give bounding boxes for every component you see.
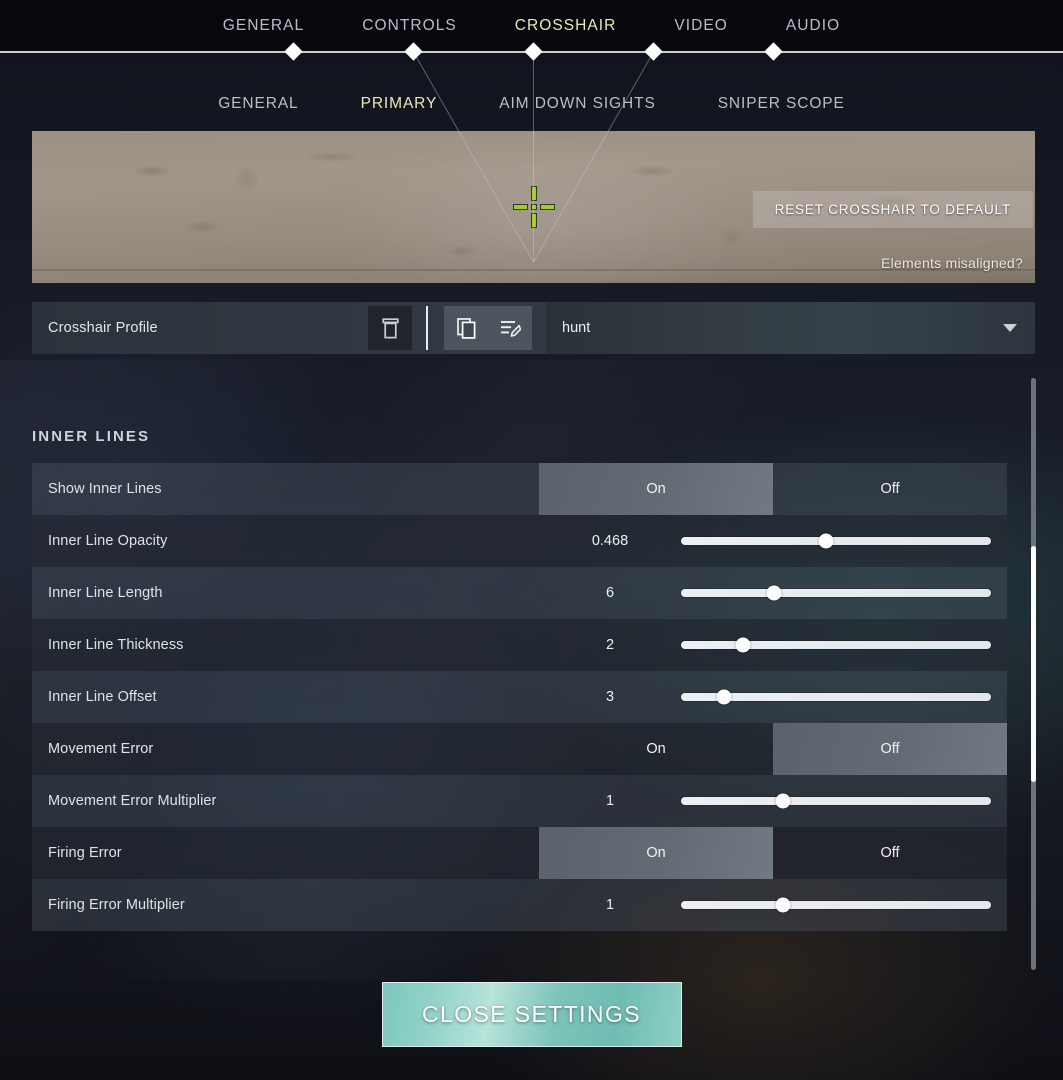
slider-track[interactable] [681,689,991,705]
settings-list: Show Inner Lines On Off Inner Line Opacity 0… [32,463,1007,931]
setting-value: 6 [605,585,615,601]
sub-tab-bar: GENERAL PRIMARY AIM DOWN SIGHTS SNIPER SCOP… [0,52,1063,130]
setting-control: 2 [539,619,1007,671]
slider-knob[interactable] [716,689,732,705]
setting-value: 1 [605,897,615,913]
setting-control: 3 [539,671,1007,723]
chevron-down-icon [1003,324,1017,332]
setting-value: 1 [605,793,615,809]
reset-crosshair-button[interactable]: RESET CROSSHAIR TO DEFAULT [752,191,1033,228]
profile-selected-value: hunt [562,320,591,336]
main-tab-crosshair[interactable]: CROSSHAIR [515,17,617,35]
profile-action-buttons [368,302,532,354]
slider-track[interactable] [681,533,991,549]
table-row: Inner Line Offset 3 [32,671,1007,723]
setting-label: Inner Line Thickness [48,637,184,653]
duplicate-profile-button[interactable] [444,306,488,350]
slider-knob[interactable] [818,533,834,549]
crosshair-profile-dropdown[interactable]: hunt [546,302,1035,354]
delete-profile-button[interactable] [368,306,412,350]
slider[interactable] [681,567,1007,619]
table-row: Firing Error On Off [32,827,1007,879]
setting-control: 6 [539,567,1007,619]
action-divider [426,306,428,350]
rename-profile-button[interactable] [488,306,532,350]
crosshair-line-left [512,204,528,210]
setting-control: 1 [539,775,1007,827]
section-heading-inner-lines: INNER LINES [32,428,151,445]
table-row: Inner Line Opacity 0.468 [32,515,1007,567]
slider-track[interactable] [681,897,991,913]
slider[interactable] [681,775,1007,827]
crosshair-profile-label: Crosshair Profile [48,320,158,336]
sub-tab-sniper-scope[interactable]: SNIPER SCOPE [718,95,845,113]
sub-tab-primary[interactable]: PRIMARY [361,95,438,113]
slider-knob[interactable] [735,637,751,653]
setting-label: Movement Error [48,741,154,757]
toggle-option-on[interactable]: On [539,723,773,775]
settings-screen: GENERAL CONTROLS CROSSHAIR VIDEO AUDIO GENER… [0,0,1063,1080]
sub-tab-general[interactable]: GENERAL [218,95,298,113]
copy-icon [456,317,476,339]
setting-value: 2 [605,637,615,653]
slider-track[interactable] [681,793,991,809]
crosshair-profile-row: Crosshair Profile hunt [32,302,1035,354]
table-row: Inner Line Length 6 [32,567,1007,619]
setting-value: 3 [605,689,615,705]
close-settings-label: CLOSE SETTINGS [422,1001,641,1027]
setting-control: On Off [539,723,1007,775]
table-row: Movement Error On Off [32,723,1007,775]
slider-track[interactable] [681,585,991,601]
table-row: Show Inner Lines On Off [32,463,1007,515]
setting-value: 0.468 [591,533,629,549]
setting-label: Inner Line Length [48,585,163,601]
setting-label: Show Inner Lines [48,481,162,497]
sub-tab-aim-down-sights[interactable]: AIM DOWN SIGHTS [499,95,655,113]
slider-knob[interactable] [775,793,791,809]
setting-label: Inner Line Opacity [48,533,168,549]
toggle-option-off[interactable]: Off [773,827,1007,879]
setting-control: 1 [539,879,1007,931]
slider-knob[interactable] [766,585,782,601]
setting-label: Movement Error Multiplier [48,793,217,809]
settings-scrollbar-track[interactable] [1031,378,1036,970]
rename-icon [500,319,521,338]
elements-misaligned-link[interactable]: Elements misaligned? [881,255,1023,271]
main-tab-general[interactable]: GENERAL [223,17,304,35]
slider[interactable] [681,619,1007,671]
slider-knob[interactable] [775,897,791,913]
setting-control: On Off [539,827,1007,879]
main-tab-video[interactable]: VIDEO [674,17,727,35]
main-tab-controls[interactable]: CONTROLS [362,17,457,35]
table-row: Movement Error Multiplier 1 [32,775,1007,827]
slider[interactable] [681,879,1007,931]
setting-control: 0.468 [539,515,1007,567]
toggle-option-on[interactable]: On [539,827,773,879]
main-tab-audio[interactable]: AUDIO [786,17,840,35]
table-row: Firing Error Multiplier 1 [32,879,1007,931]
toggle-group: On Off [539,827,1007,879]
table-row: Inner Line Thickness 2 [32,619,1007,671]
setting-label: Inner Line Offset [48,689,157,705]
slider[interactable] [681,671,1007,723]
trash-icon [381,317,399,339]
setting-label: Firing Error [48,845,122,861]
slider-track[interactable] [681,637,991,653]
toggle-group: On Off [539,723,1007,775]
toggle-group: On Off [539,463,1007,515]
setting-control: On Off [539,463,1007,515]
slider[interactable] [681,515,1007,567]
setting-label: Firing Error Multiplier [48,897,185,913]
settings-scrollbar-thumb[interactable] [1031,546,1036,782]
crosshair-line-right [539,204,555,210]
toggle-option-off[interactable]: Off [773,723,1007,775]
close-settings-button[interactable]: CLOSE SETTINGS [381,982,682,1047]
toggle-option-off[interactable]: Off [773,463,1007,515]
toggle-option-on[interactable]: On [539,463,773,515]
